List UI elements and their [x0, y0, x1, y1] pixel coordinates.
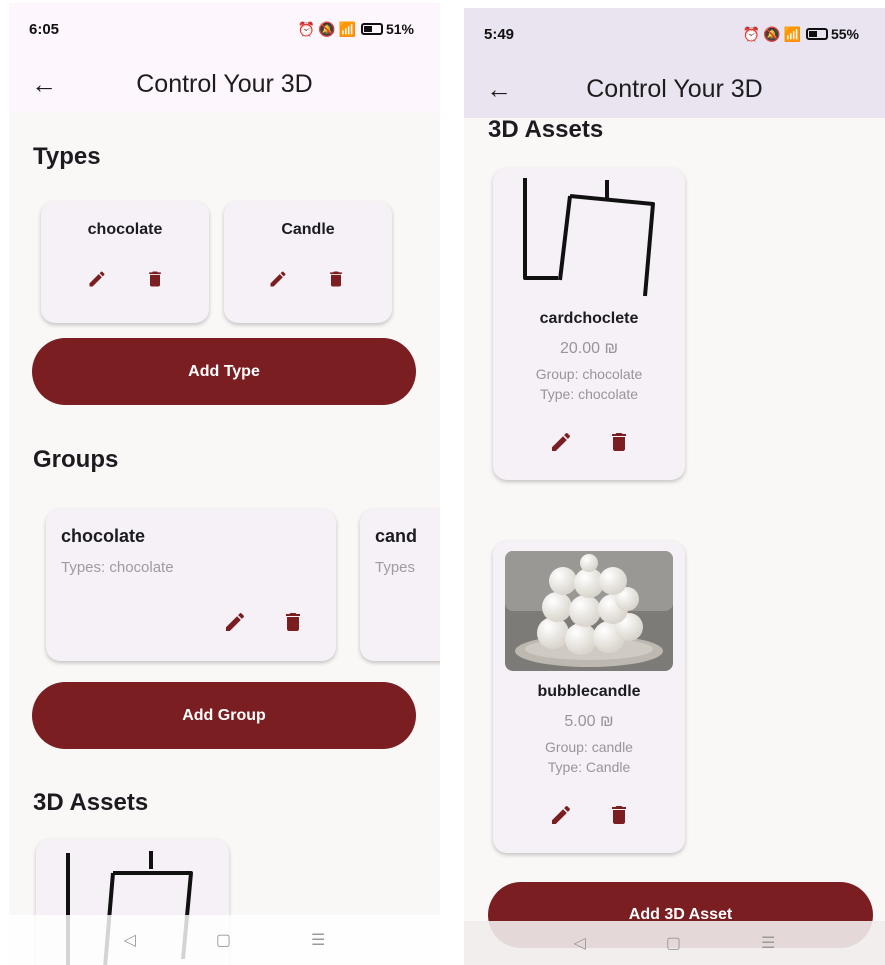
asset-group: Group: candle — [545, 739, 633, 755]
add-type-button[interactable]: Add Type — [32, 338, 416, 405]
delete-icon[interactable] — [145, 269, 165, 289]
type-name: Candle — [281, 221, 335, 238]
app-bar: ← Control Your 3D — [9, 55, 440, 113]
mute-icon: 🔕 — [763, 25, 781, 42]
delete-icon[interactable] — [281, 610, 305, 634]
types-heading: Types — [33, 143, 101, 170]
asset-price: 5.00 ₪ — [564, 713, 614, 730]
group-name: cand — [375, 526, 418, 546]
edit-icon[interactable] — [549, 803, 573, 827]
battery-level: 51% — [385, 21, 414, 37]
back-arrow-icon[interactable]: ← — [486, 74, 512, 105]
left-screen: 6:05 ⏰ 🔕 📶 51% ← Control Your 3D Types c… — [9, 3, 440, 965]
group-card[interactable]: cand Types — [360, 509, 440, 661]
asset-card[interactable]: cardchoclete 20.00 ₪ Group: chocolate Ty… — [493, 168, 685, 480]
alarm-icon: ⏰ — [742, 25, 761, 42]
group-name: chocolate — [61, 526, 146, 546]
edit-icon[interactable] — [87, 269, 107, 289]
nav-home-icon[interactable]: ▢ — [666, 933, 681, 953]
nav-menu-icon[interactable]: ☰ — [311, 930, 325, 950]
asset-name: cardchoclete — [539, 310, 639, 327]
type-card[interactable]: Candle — [224, 201, 392, 323]
assets-heading: 3D Assets — [33, 789, 149, 816]
battery-icon — [805, 28, 828, 40]
candle-image — [505, 551, 673, 671]
edit-icon[interactable] — [268, 269, 288, 289]
asset-type: Type: Candle — [547, 759, 631, 775]
status-icons: ⏰ 🔕 📶 51% — [298, 21, 414, 38]
status-bar: 5:49 ⏰ 🔕 📶 55% — [464, 8, 885, 60]
page-title: Control Your 3D — [136, 69, 313, 98]
asset-price: 20.00 ₪ — [559, 340, 619, 357]
system-nav-bar: ◁ ▢ ☰ — [9, 915, 440, 965]
group-card[interactable]: chocolate Types: chocolate — [46, 509, 336, 661]
status-time: 6:05 — [29, 20, 60, 38]
alarm-icon: ⏰ — [297, 20, 316, 37]
nav-back-icon[interactable]: ◁ — [124, 930, 136, 950]
asset-card[interactable]: bubblecandle 5.00 ₪ Group: candle Type: … — [493, 541, 685, 853]
asset-name: bubblecandle — [537, 683, 641, 700]
back-arrow-icon[interactable]: ← — [31, 69, 57, 100]
app-bar: ← Control Your 3D — [464, 60, 885, 118]
wifi-icon: 📶 — [338, 20, 356, 37]
nav-back-icon[interactable]: ◁ — [574, 933, 586, 953]
mute-icon: 🔕 — [318, 20, 336, 37]
right-screen: 5:49 ⏰ 🔕 📶 55% ← Control Your 3D 3D Asse… — [464, 8, 885, 965]
status-time: 5:49 — [484, 25, 515, 43]
page-title: Control Your 3D — [586, 74, 763, 103]
status-icons: ⏰ 🔕 📶 55% — [743, 26, 859, 43]
asset-type: Type: chocolate — [539, 386, 639, 402]
edit-icon[interactable] — [223, 610, 247, 634]
edit-icon[interactable] — [549, 430, 573, 454]
asset-group: Group: chocolate — [535, 366, 643, 382]
group-types: Types — [375, 559, 416, 576]
system-nav-bar: ◁ ▢ ☰ — [464, 921, 885, 965]
delete-icon[interactable] — [326, 269, 346, 289]
delete-icon[interactable] — [607, 430, 631, 454]
add-group-button[interactable]: Add Group — [32, 682, 416, 749]
nav-home-icon[interactable]: ▢ — [216, 930, 231, 950]
assets-heading: 3D Assets — [488, 116, 604, 143]
card-frame-image — [523, 178, 655, 297]
battery-icon — [360, 23, 383, 35]
battery-level: 55% — [830, 26, 859, 42]
group-types: Types: chocolate — [61, 559, 174, 576]
groups-heading: Groups — [33, 446, 119, 473]
delete-icon[interactable] — [607, 803, 631, 827]
wifi-icon: 📶 — [783, 25, 801, 42]
type-card[interactable]: chocolate — [41, 201, 209, 323]
type-name: chocolate — [87, 221, 163, 238]
nav-menu-icon[interactable]: ☰ — [761, 933, 775, 953]
status-bar: 6:05 ⏰ 🔕 📶 51% — [9, 3, 440, 55]
